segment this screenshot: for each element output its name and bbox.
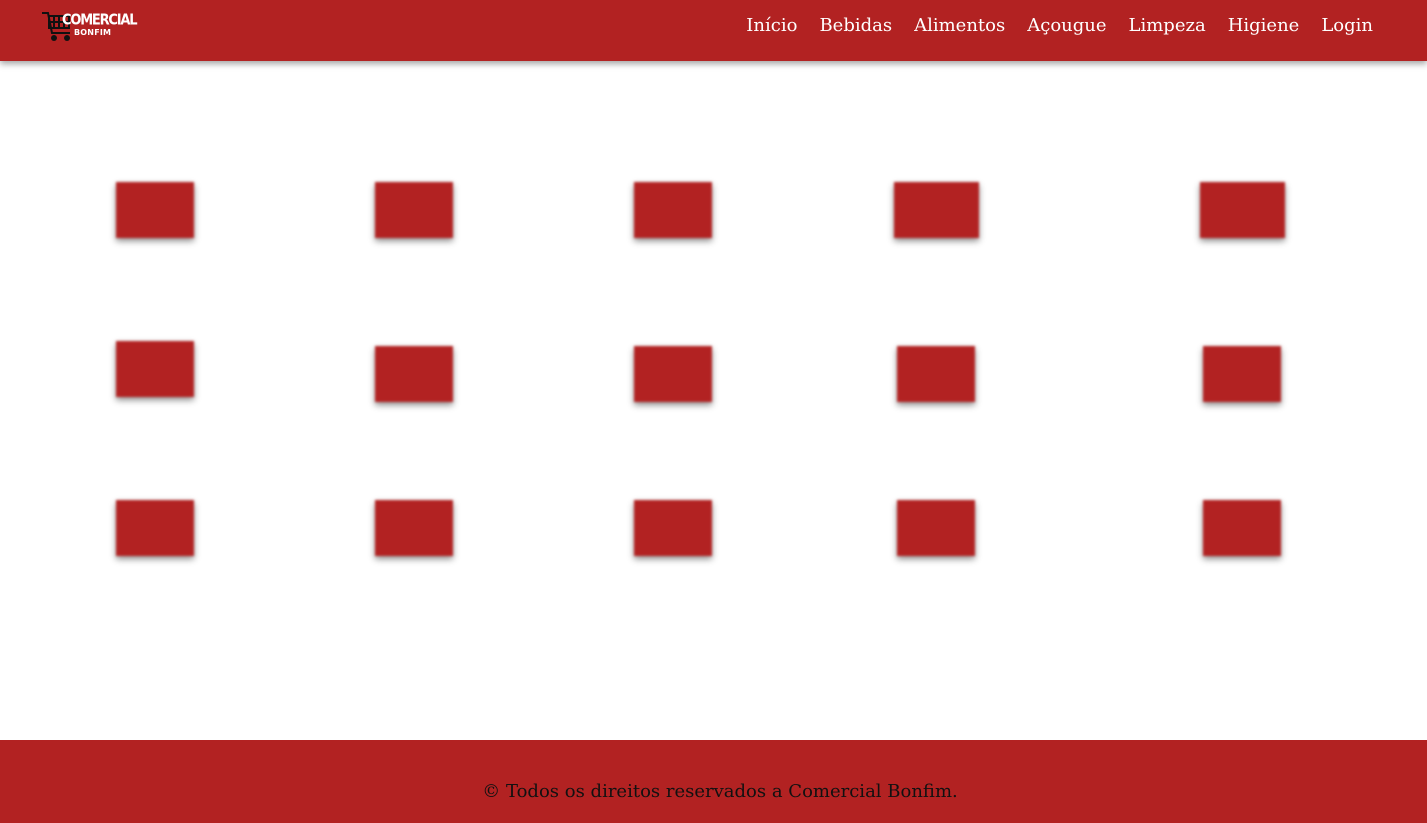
footer-copyright: © Todos os direitos reservados a Comerci…: [482, 781, 958, 802]
nav-link-inicio[interactable]: Início: [746, 14, 797, 38]
product-card[interactable]: [116, 500, 194, 556]
nav-menu: Início Bebidas Alimentos Açougue Limpeza…: [724, 14, 1373, 38]
nav-link-higiene[interactable]: Higiene: [1228, 14, 1300, 38]
product-card[interactable]: [116, 341, 194, 397]
product-card[interactable]: [1203, 500, 1281, 556]
product-card[interactable]: [1200, 182, 1285, 238]
product-card[interactable]: [1203, 346, 1281, 402]
product-card[interactable]: [634, 500, 712, 556]
nav-link-acougue[interactable]: Açougue: [1027, 14, 1106, 38]
product-card[interactable]: [375, 500, 453, 556]
product-card[interactable]: [116, 182, 194, 238]
nav-link-limpeza[interactable]: Limpeza: [1129, 14, 1206, 38]
product-card[interactable]: [375, 182, 453, 238]
brand-subname: BONFIM: [74, 28, 112, 37]
brand-logo[interactable]: COMERCIAL BONFIM: [40, 5, 138, 43]
product-card[interactable]: [894, 182, 979, 238]
product-card[interactable]: [634, 346, 712, 402]
nav-link-login[interactable]: Login: [1321, 14, 1373, 38]
product-card[interactable]: [897, 500, 975, 556]
product-card[interactable]: [897, 346, 975, 402]
nav-link-bebidas[interactable]: Bebidas: [819, 14, 892, 38]
product-card[interactable]: [634, 182, 712, 238]
nav-link-alimentos[interactable]: Alimentos: [914, 14, 1005, 38]
product-card[interactable]: [375, 346, 453, 402]
footer: © Todos os direitos reservados a Comerci…: [0, 740, 1427, 823]
navbar: COMERCIAL BONFIM Início Bebidas Alimento…: [0, 0, 1427, 61]
brand-name: COMERCIAL: [62, 12, 138, 30]
